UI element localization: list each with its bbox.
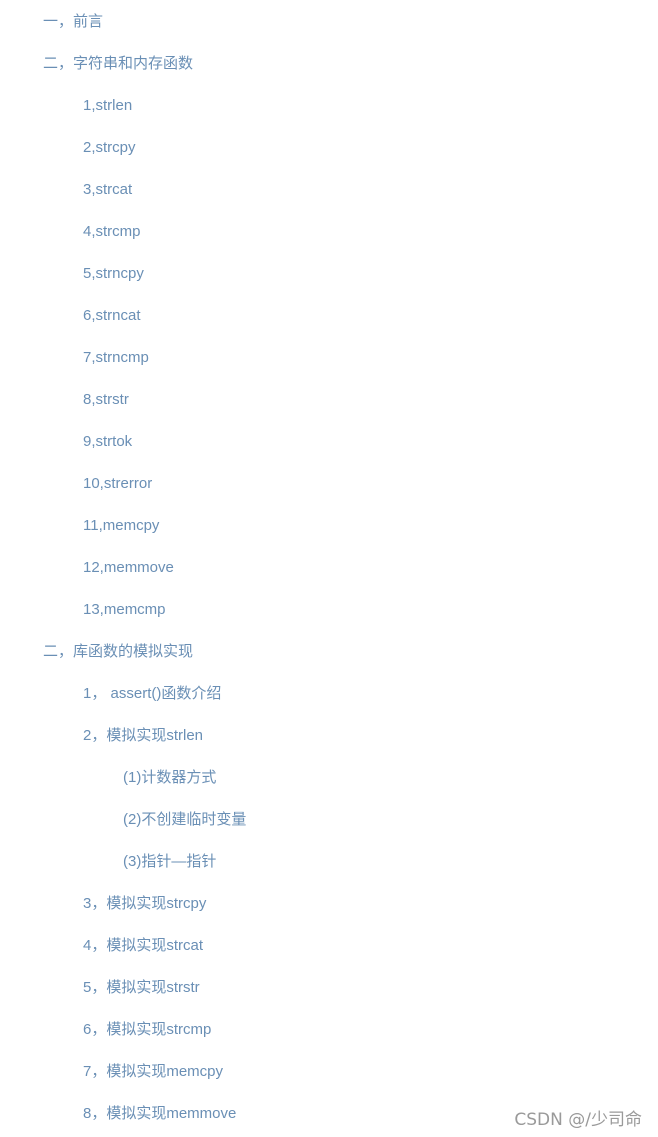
toc-item-simulate-memcpy[interactable]: 7，模拟实现memcpy — [0, 1051, 658, 1093]
toc-item-library-simulation[interactable]: 二，库函数的模拟实现 — [0, 631, 658, 673]
toc-item-label[interactable]: 4，模拟实现strcat — [83, 937, 203, 954]
toc-item-label[interactable]: 3,strcat — [83, 181, 132, 198]
toc-item-strncpy[interactable]: 5,strncpy — [0, 253, 658, 295]
toc-item-strcmp[interactable]: 4,strcmp — [0, 211, 658, 253]
toc-item-label[interactable]: 1， assert()函数介绍 — [83, 685, 221, 702]
toc-item-strncat[interactable]: 6,strncat — [0, 295, 658, 337]
toc-item-simulate-strcmp[interactable]: 6，模拟实现strcmp — [0, 1009, 658, 1051]
toc-item-pointer-minus-pointer[interactable]: (3)指针—指针 — [0, 841, 658, 883]
toc-item-label[interactable]: 2，模拟实现strlen — [83, 727, 203, 744]
toc-item-label[interactable]: 5，模拟实现strstr — [83, 979, 200, 996]
toc-item-simulate-strcpy[interactable]: 3，模拟实现strcpy — [0, 883, 658, 925]
toc-item-strlen[interactable]: 1,strlen — [0, 85, 658, 127]
toc-item-label[interactable]: 4,strcmp — [83, 223, 141, 240]
toc-item-memcmp[interactable]: 13,memcmp — [0, 589, 658, 631]
toc-item-label[interactable]: 10,strerror — [83, 475, 152, 492]
toc-item-memcpy[interactable]: 11,memcpy — [0, 505, 658, 547]
toc-item-label[interactable]: 9,strtok — [83, 433, 132, 450]
toc-item-label[interactable]: 5,strncpy — [83, 265, 144, 282]
toc-item-label[interactable]: 6，模拟实现strcmp — [83, 1021, 211, 1038]
toc-item-no-temp-variable[interactable]: (2)不创建临时变量 — [0, 799, 658, 841]
toc-item-label[interactable]: 二，字符串和内存函数 — [43, 55, 193, 72]
toc-item-label[interactable]: 2,strcpy — [83, 139, 136, 156]
toc-item-assert-intro[interactable]: 1， assert()函数介绍 — [0, 673, 658, 715]
toc-item-simulate-strcat[interactable]: 4，模拟实现strcat — [0, 925, 658, 967]
toc-item-label[interactable]: (2)不创建临时变量 — [123, 811, 246, 828]
toc-item-label[interactable]: (3)指针—指针 — [123, 853, 216, 870]
toc-item-label[interactable]: 8,strstr — [83, 391, 129, 408]
toc-item-simulate-strlen[interactable]: 2，模拟实现strlen — [0, 715, 658, 757]
toc-item-label[interactable]: 11,memcpy — [83, 517, 159, 534]
toc-item-memmove[interactable]: 12,memmove — [0, 547, 658, 589]
toc-item-strtok[interactable]: 9,strtok — [0, 421, 658, 463]
toc-item-label[interactable]: 8，模拟实现memmove — [83, 1105, 236, 1122]
toc-item-label[interactable]: (1)计数器方式 — [123, 769, 216, 786]
toc-item-label[interactable]: 6,strncat — [83, 307, 141, 324]
toc-item-strcpy[interactable]: 2,strcpy — [0, 127, 658, 169]
table-of-contents: 一，前言 二，字符串和内存函数 1,strlen 2,strcpy 3,strc… — [0, 0, 658, 1135]
toc-item-label[interactable]: 7,strncmp — [83, 349, 149, 366]
toc-item-strncmp[interactable]: 7,strncmp — [0, 337, 658, 379]
toc-item-preface[interactable]: 一，前言 — [0, 1, 658, 43]
toc-item-label[interactable]: 13,memcmp — [83, 601, 166, 618]
toc-item-label[interactable]: 3，模拟实现strcpy — [83, 895, 206, 912]
toc-item-counter-method[interactable]: (1)计数器方式 — [0, 757, 658, 799]
toc-item-string-memory-functions[interactable]: 二，字符串和内存函数 — [0, 43, 658, 85]
toc-item-label[interactable]: 1,strlen — [83, 97, 132, 114]
toc-item-label[interactable]: 二，库函数的模拟实现 — [43, 643, 193, 660]
toc-item-label[interactable]: 一，前言 — [43, 13, 103, 30]
toc-item-label[interactable]: 7，模拟实现memcpy — [83, 1063, 223, 1080]
csdn-watermark: CSDN @/少司命 — [514, 1110, 642, 1130]
toc-item-simulate-strstr[interactable]: 5，模拟实现strstr — [0, 967, 658, 1009]
toc-item-strerror[interactable]: 10,strerror — [0, 463, 658, 505]
toc-item-label[interactable]: 12,memmove — [83, 559, 174, 576]
toc-item-strstr[interactable]: 8,strstr — [0, 379, 658, 421]
toc-item-strcat[interactable]: 3,strcat — [0, 169, 658, 211]
